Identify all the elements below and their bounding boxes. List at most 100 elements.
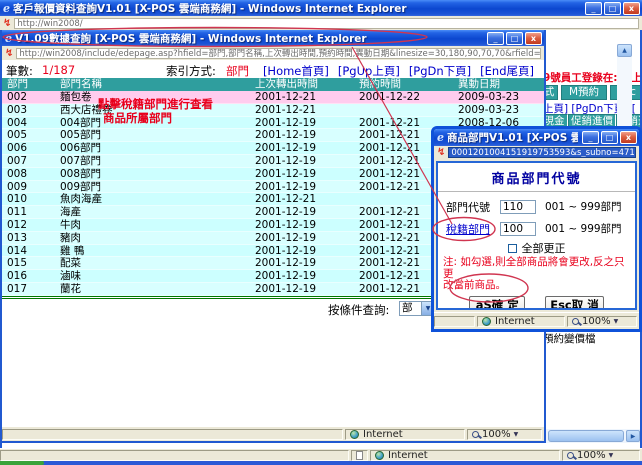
- table-cell[interactable]: 015: [2, 257, 54, 269]
- tax-dept-link[interactable]: 稅籍部門: [446, 221, 500, 237]
- fg-address-bar: ↯ http://win2008/include/edepage.asp?hfi…: [2, 46, 544, 60]
- correct-all-checkbox-row: 全部更正: [438, 242, 635, 254]
- dept-code-input[interactable]: 110: [500, 200, 536, 214]
- ie-icon: e: [5, 32, 12, 45]
- table-cell: 2009-03-23: [455, 91, 544, 103]
- chevron-down-icon[interactable]: ▼: [514, 431, 519, 438]
- dept-code-hint: 001 ~ 999部門: [545, 199, 622, 214]
- table-cell[interactable]: 007: [2, 155, 54, 167]
- dialog-buttons: aS確 定 Esc取 消: [438, 296, 635, 311]
- minimize-button[interactable]: _: [582, 131, 599, 144]
- close-button[interactable]: x: [525, 32, 542, 45]
- table-cell[interactable]: 012: [2, 219, 54, 231]
- dialog-title-bar[interactable]: e 商品部門V1.01 [X-POS 雲... _ □ x: [434, 129, 639, 146]
- zoom-magnifier-icon: [472, 431, 479, 438]
- table-row[interactable]: 002麵包卷2001-12-212001-12-222009-03-23: [2, 91, 544, 104]
- table-cell: 2001-12-19: [255, 206, 359, 218]
- table-cell: 牛肉: [54, 219, 255, 231]
- table-cell[interactable]: 010: [2, 193, 54, 205]
- column-header-name[interactable]: 部門名稱: [54, 78, 255, 91]
- scroll-up-icon[interactable]: ▲: [617, 44, 632, 57]
- table-cell[interactable]: 006: [2, 142, 54, 154]
- dialog-address-field[interactable]: 0001201004151919753593&s_subno=471127100…: [448, 147, 636, 158]
- index-mode-value: 部門: [226, 63, 249, 79]
- status-zoom-cell[interactable]: 100% ▼: [567, 316, 637, 327]
- table-cell[interactable]: 011: [2, 206, 54, 218]
- ok-button[interactable]: aS確 定: [469, 296, 525, 311]
- close-button[interactable]: x: [620, 131, 637, 144]
- home-page-link[interactable]: [Home首頁]: [263, 63, 329, 79]
- note-line2: 改當前商品。: [443, 280, 631, 292]
- fg-title-bar[interactable]: e V1.09數據查詢 [X-POS 雲端商務網] - Windows Inte…: [2, 30, 544, 46]
- page-down-link[interactable]: [PgDn下頁]: [409, 63, 471, 79]
- table-cell[interactable]: 002: [2, 91, 54, 103]
- cancel-button[interactable]: Esc取 消: [545, 296, 604, 311]
- column-header-dept[interactable]: 部門: [2, 78, 54, 91]
- table-cell[interactable]: 014: [2, 245, 54, 257]
- table-cell: 2001-12-19: [255, 168, 359, 180]
- table-cell: 豬肉: [54, 232, 255, 244]
- table-header: 部門 部門名稱 上次轉出時間 預約時間 異動日期: [2, 78, 544, 91]
- status-spacer: [0, 450, 349, 461]
- fg-window-title: V1.09數據查詢 [X-POS 雲端商務網] - Windows Intern…: [15, 31, 483, 46]
- table-cell: 魚肉海產: [54, 193, 255, 205]
- minimize-button[interactable]: _: [585, 2, 602, 15]
- tax-dept-input[interactable]: 100: [500, 222, 536, 236]
- bg-address-field[interactable]: http://win2008/: [14, 18, 639, 29]
- close-button[interactable]: x: [623, 2, 640, 15]
- dialog-heading: 商品部門代號: [438, 168, 635, 187]
- note-line1: 注: 如勾選,則全部商品將會更改,反之只更: [443, 257, 631, 280]
- select-value: 部門: [400, 302, 421, 315]
- fg-address-field[interactable]: http://win2008/include/edepage.asp?hfiel…: [16, 48, 541, 59]
- table-cell[interactable]: 004: [2, 117, 54, 129]
- page-up-link[interactable]: [PgUp上頁]: [338, 63, 400, 79]
- maximize-button[interactable]: □: [601, 131, 618, 144]
- reserve-button[interactable]: M預約: [561, 85, 607, 100]
- table-cell[interactable]: 003: [2, 104, 54, 116]
- checkbox-icon[interactable]: [508, 244, 517, 253]
- column-header-lastexport[interactable]: 上次轉出時間: [255, 78, 359, 91]
- table-cell: 2001-12-21: [255, 193, 359, 205]
- table-row[interactable]: 003西大店禮卷2001-12-212009-03-23: [2, 104, 544, 117]
- divider: [438, 191, 635, 192]
- dialog-address-bar: ↯ 0001201004151919753593&s_subno=4711271…: [434, 146, 639, 159]
- taskbar[interactable]: [0, 461, 642, 465]
- status-zoom-cell[interactable]: 100% ▼: [562, 450, 640, 461]
- query-condition-select[interactable]: 部門 ▼: [399, 301, 435, 316]
- status-zoom-cell[interactable]: 100% ▼: [467, 429, 542, 440]
- dialog-title: 商品部門V1.01 [X-POS 雲...: [447, 130, 578, 145]
- end-page-link[interactable]: [End尾頁]: [480, 63, 534, 79]
- chevron-down-icon[interactable]: ▼: [614, 318, 619, 325]
- bg-horizontal-scrollbar[interactable]: ▶: [546, 429, 642, 443]
- table-cell[interactable]: 017: [2, 283, 54, 295]
- internet-globe-icon: [482, 317, 491, 326]
- tax-dept-hint: 001 ~ 999部門: [545, 221, 622, 236]
- table-cell[interactable]: 005: [2, 129, 54, 141]
- column-header-reserved[interactable]: 預約時間: [359, 78, 455, 91]
- status-spacer: [2, 429, 343, 440]
- screen: e 客戶報價資料查詢V1.01 [X-POS 雲端商務網] - Windows …: [0, 0, 642, 465]
- bg-address-bar: ↯ http://win2008/: [0, 16, 642, 30]
- zoom-level: 100%: [577, 450, 606, 461]
- record-count-value: 1/187: [42, 63, 75, 77]
- bg-vertical-scrollbar[interactable]: ▲: [617, 44, 632, 127]
- column-header-modified[interactable]: 異動日期: [455, 78, 544, 91]
- minimize-button[interactable]: _: [487, 32, 504, 45]
- status-spacer: [434, 316, 475, 327]
- table-cell[interactable]: 008: [2, 168, 54, 180]
- table-cell: 2001-12-19: [255, 270, 359, 282]
- table-cell[interactable]: 009: [2, 181, 54, 193]
- table-cell: 2001-12-22: [359, 91, 455, 103]
- chevron-down-icon[interactable]: ▼: [609, 452, 614, 459]
- info-row: 筆數: 1/187 索引方式: 部門 [Home首頁] [PgUp上頁] [Pg…: [2, 63, 544, 78]
- maximize-button[interactable]: □: [506, 32, 523, 45]
- start-button[interactable]: [0, 461, 44, 465]
- scrollbar-thumb[interactable]: [548, 430, 624, 442]
- table-cell: 2001-12-19: [255, 245, 359, 257]
- scroll-right-icon[interactable]: ▶: [626, 430, 640, 442]
- dialog-note: 注: 如勾選,則全部商品將會更改,反之只更 改當前商品。: [443, 257, 631, 292]
- maximize-button[interactable]: □: [604, 2, 621, 15]
- table-cell[interactable]: 016: [2, 270, 54, 282]
- bg-title-bar[interactable]: e 客戶報價資料查詢V1.01 [X-POS 雲端商務網] - Windows …: [0, 0, 642, 16]
- table-cell[interactable]: 013: [2, 232, 54, 244]
